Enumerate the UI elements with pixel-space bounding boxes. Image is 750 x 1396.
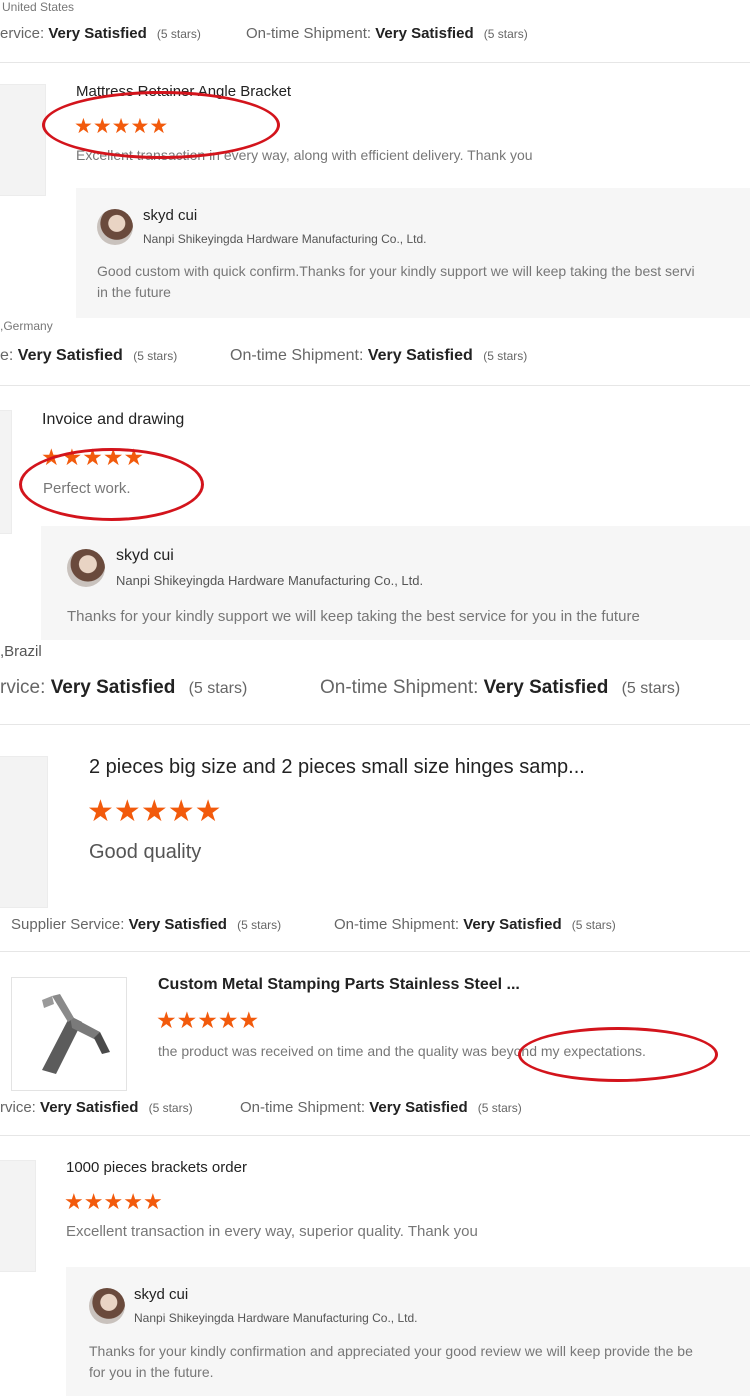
rating-line: Supplier Service: Very Satisfied (5 star… [11,916,281,933]
reply-author: skyd cui [116,547,174,564]
country-name: Germany [3,319,53,333]
avatar-photo [89,1288,125,1324]
star-icon: ★ [140,795,168,828]
reply-author: skyd cui [134,1286,189,1303]
highlight-ellipse [19,448,204,521]
star-icon: ★ [123,1189,143,1214]
supplier-service-count: (5 stars) [156,27,201,41]
supplier-service-count: (5 stars) [148,1101,193,1115]
supplier-service-label: rvice: [0,1099,41,1116]
reviewer-country: United States [2,0,75,14]
star-icon: ★ [87,795,114,828]
star-icon: ★ [238,1007,260,1033]
shipment-value: Very Satisfied [375,25,474,42]
supplier-service-count: (5 stars) [237,918,282,932]
product-thumbnail[interactable] [11,977,127,1091]
shipment-label: On-time Shipment: [230,347,368,364]
star-rating: ★ ★ ★ ★ ★ [64,1191,163,1213]
reply-company: Nanpi Shikeyingda Hardware Manufacturing… [116,573,424,588]
star-rating: ★ ★ ★ ★ ★ [87,797,222,827]
reply-author: skyd cui [143,207,198,224]
product-thumbnail[interactable] [0,756,48,908]
shipment-label: On-time Shipment: [240,1099,370,1116]
shipment-value: Very Satisfied [463,916,562,933]
reviewer-country: ,Germany [0,319,53,333]
product-title[interactable]: 2 pieces big size and 2 pieces small siz… [89,756,585,779]
reply-company: Nanpi Shikeyingda Hardware Manufacturing… [143,232,427,246]
separator [0,62,750,63]
separator [0,724,750,725]
shipment-count: (5 stars) [571,918,616,932]
star-icon: ★ [83,1189,104,1214]
supplier-service-value: Very Satisfied [128,916,227,933]
shipment-label: On-time Shipment: [246,25,376,42]
highlight-ellipse [518,1027,718,1082]
product-title[interactable]: 1000 pieces brackets order [66,1159,247,1176]
country-name: Brazil [4,643,42,660]
star-icon: ★ [64,1189,84,1214]
shipment-count: (5 stars) [483,349,528,363]
star-icon: ★ [194,795,222,828]
supplier-service-label: e: [0,347,18,364]
supplier-service-value: Very Satisfied [48,25,147,42]
product-thumbnail[interactable] [0,1160,36,1272]
metal-bracket-image [42,994,110,1074]
shipment-label: On-time Shipment: [320,677,484,698]
star-icon: ★ [176,1007,198,1033]
star-icon: ★ [113,795,141,828]
shipment-count: (5 stars) [483,27,528,41]
shipment-label: On-time Shipment: [334,916,464,933]
rating-line: On-time Shipment: Very Satisfied (5 star… [240,1099,522,1116]
reply-text-continued: in the future [97,284,171,300]
supplier-service-label: Supplier Service: [11,916,129,933]
reply-text: Thanks for your kindly support we will k… [67,608,640,625]
review-comment: Good quality [89,841,202,863]
rating-line: On-time Shipment: Very Satisfied (5 star… [246,25,528,42]
star-icon: ★ [142,1189,163,1214]
product-title[interactable]: Invoice and drawing [42,411,184,429]
shipment-count: (5 stars) [477,1101,522,1115]
rating-line: ervice: Very Satisfied (5 stars) [0,25,201,42]
product-thumbnail[interactable] [0,410,12,534]
supplier-service-count: (5 stars) [188,680,248,697]
avatar-photo [97,209,133,245]
rating-line: On-time Shipment: Very Satisfied (5 star… [230,347,527,365]
supplier-service-value: Very Satisfied [40,1099,139,1116]
star-icon: ★ [197,1007,218,1033]
reply-text: Thanks for your kindly confirmation and … [89,1343,693,1359]
star-rating: ★ ★ ★ ★ ★ [156,1009,259,1032]
reply-text-continued: for you in the future. [89,1364,214,1380]
star-icon: ★ [156,1007,177,1033]
rating-line: On-time Shipment: Very Satisfied (5 star… [334,916,616,933]
highlight-ellipse [42,91,280,159]
star-icon: ★ [167,795,195,828]
shipment-value: Very Satisfied [369,1099,468,1116]
avatar-photo [67,549,105,587]
rating-line: On-time Shipment: Very Satisfied (5 star… [320,677,680,699]
rating-line: e: Very Satisfied (5 stars) [0,347,177,365]
star-icon: ★ [217,1007,239,1033]
supplier-service-value: Very Satisfied [17,347,123,364]
star-icon: ★ [103,1189,124,1214]
reply-text: Good custom with quick confirm.Thanks fo… [97,263,695,279]
product-title[interactable]: Custom Metal Stamping Parts Stainless St… [158,976,520,994]
reply-company: Nanpi Shikeyingda Hardware Manufacturing… [134,1311,418,1325]
supplier-service-label: ervice: [0,25,49,42]
supplier-service-label: rvice: [0,677,51,698]
supplier-service-value: Very Satisfied [50,677,176,698]
rating-line: rvice: Very Satisfied (5 stars) [0,677,247,699]
reviewer-country: ,Brazil [0,643,42,660]
rating-line: rvice: Very Satisfied (5 stars) [0,1099,193,1116]
separator [0,951,750,952]
shipment-count: (5 stars) [621,680,681,697]
shipment-value: Very Satisfied [367,347,473,364]
supplier-service-count: (5 stars) [133,349,178,363]
separator [0,1135,750,1136]
review-comment: Excellent transaction in every way, supe… [66,1223,478,1240]
shipment-value: Very Satisfied [483,677,609,698]
product-thumbnail[interactable] [0,84,46,196]
separator [0,385,750,386]
